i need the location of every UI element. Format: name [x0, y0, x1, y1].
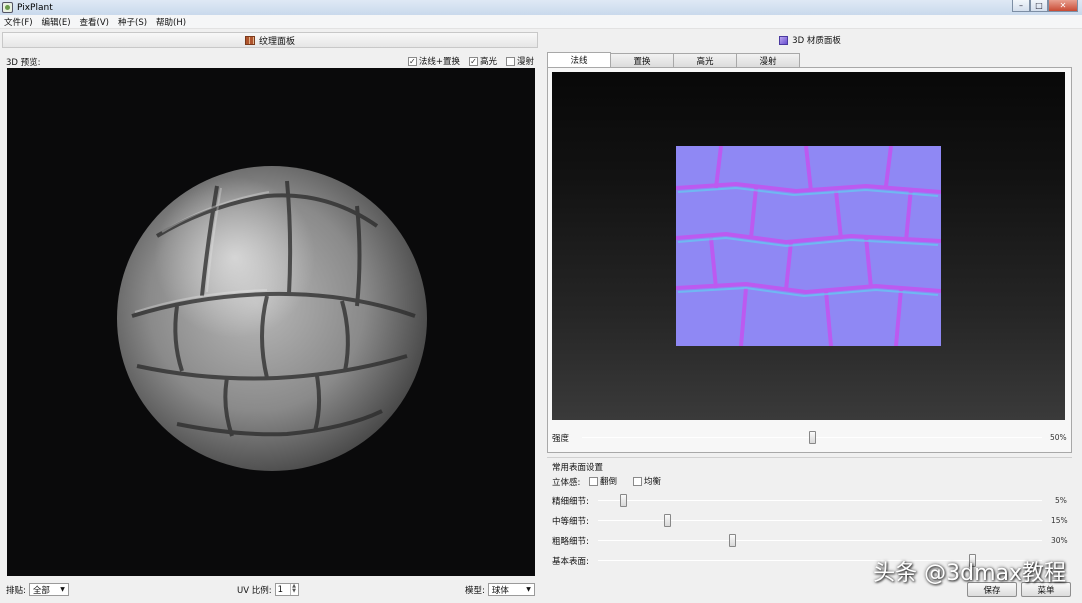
stereo-label: 立体感: — [552, 478, 581, 488]
checkbox-icon[interactable] — [633, 476, 642, 486]
fine-detail-value: 5% — [1055, 496, 1067, 505]
window-controls: – □ ✕ — [1012, 0, 1078, 12]
spinner-arrows-icon[interactable]: ▲ ▼ — [289, 584, 298, 595]
medium-detail-label: 中等细节: — [552, 517, 589, 527]
texture-panel-header: 纹理面板 — [2, 32, 538, 48]
check-specular[interactable]: ✓ 高光 — [468, 55, 497, 67]
normal-map-texture — [676, 146, 941, 346]
fine-detail-label: 精细细节: — [552, 497, 589, 507]
preview-3d-label: 3D 预览: — [6, 58, 41, 68]
strength-label: 强度 — [552, 434, 570, 444]
check-normal-displacement[interactable]: ✓ 法线+置换 — [407, 55, 460, 67]
model-select[interactable]: 球体 ▼ — [487, 583, 535, 596]
uv-scale-control: UV 比例: 1 ▲ ▼ — [237, 583, 299, 596]
menu-view[interactable]: 查看(V) — [80, 16, 109, 28]
menu-bar: 文件(F) 编辑(E) 查看(V) 种子(S) 帮助(H) — [0, 15, 1082, 29]
chevron-down-icon: ▼ — [60, 586, 65, 593]
menu-seed[interactable]: 种子(S) — [118, 16, 147, 28]
app-logo-icon — [2, 2, 13, 13]
medium-detail-thumb[interactable] — [663, 514, 671, 527]
medium-detail-value: 15% — [1051, 516, 1068, 525]
fine-detail-thumb[interactable] — [619, 494, 627, 507]
material-preview-viewport[interactable] — [552, 72, 1065, 420]
material-panel-title: 3D 材质面板 — [792, 36, 841, 46]
coarse-detail-track[interactable] — [598, 540, 1042, 541]
close-button[interactable]: ✕ — [1048, 0, 1078, 12]
check-label: 高光 — [479, 57, 497, 67]
check-balance[interactable]: 均衡 — [633, 475, 661, 487]
strength-slider-thumb[interactable] — [808, 431, 816, 444]
uv-scale-value: 1 — [277, 584, 284, 595]
menu-edit[interactable]: 编辑(E) — [42, 16, 71, 28]
minimize-button[interactable]: – — [1012, 0, 1030, 12]
tile-label: 排贴: — [6, 585, 26, 596]
tile-control: 排贴: 全部 ▼ — [6, 583, 69, 596]
checkbox-icon[interactable]: ✓ — [407, 56, 417, 66]
stone-pattern-overlay — [131, 180, 416, 437]
menu-help[interactable]: 帮助(H) — [156, 16, 186, 28]
tile-select[interactable]: 全部 ▼ — [28, 583, 69, 596]
texture-panel-title: 纹理面板 — [258, 36, 295, 47]
material-panel-header: 3D 材质面板 — [540, 32, 1080, 48]
preview-channel-checks: ✓ 法线+置换 ✓ 高光 漫射 — [399, 55, 534, 67]
menu-file[interactable]: 文件(F) — [4, 16, 33, 28]
maximize-button[interactable]: □ — [1030, 0, 1048, 12]
check-invert[interactable]: 翻倒 — [589, 475, 617, 487]
check-label: 均衡 — [644, 477, 662, 487]
normal-map-stones — [676, 146, 941, 346]
coarse-detail-label: 粗略细节: — [552, 537, 589, 547]
check-label: 漫射 — [516, 57, 534, 67]
checkbox-icon[interactable] — [505, 56, 515, 66]
cube-3d-icon — [779, 35, 789, 45]
fine-detail-track[interactable] — [598, 500, 1042, 501]
model-control: 模型: 球体 ▼ — [465, 583, 535, 596]
coarse-detail-thumb[interactable] — [729, 534, 737, 547]
material-tabs: 法线 置换 高光 漫射 — [547, 52, 800, 67]
watermark-text: 头条 @3dmax教程 — [873, 561, 1066, 586]
check-label: 翻倒 — [600, 477, 618, 487]
check-diffuse[interactable]: 漫射 — [505, 55, 534, 67]
tab-displacement[interactable]: 置换 — [610, 53, 674, 67]
model-label: 模型: — [465, 585, 485, 596]
check-label: 法线+置换 — [418, 57, 460, 67]
checkbox-icon[interactable] — [589, 476, 598, 486]
tab-normal[interactable]: 法线 — [547, 52, 611, 67]
3d-preview-viewport[interactable] — [7, 68, 535, 576]
brick-texture-icon — [244, 35, 255, 45]
uv-scale-spinner[interactable]: 1 ▲ ▼ — [274, 583, 299, 596]
tile-select-value: 全部 — [32, 585, 50, 596]
model-select-value: 球体 — [491, 585, 509, 596]
surface-settings-title: 常用表面设置 — [552, 463, 604, 473]
uv-scale-label: UV 比例: — [237, 585, 272, 596]
tab-diffuse[interactable]: 漫射 — [736, 53, 800, 67]
window-title: PixPlant — [17, 2, 53, 13]
base-surface-label: 基本表面: — [552, 557, 589, 567]
title-bar: PixPlant – □ ✕ — [0, 0, 1082, 15]
strength-value: 50% — [1050, 433, 1067, 442]
checkbox-icon[interactable]: ✓ — [468, 56, 478, 66]
tab-specular[interactable]: 高光 — [673, 53, 737, 67]
chevron-down-icon: ▼ — [526, 586, 531, 593]
coarse-detail-value: 30% — [1051, 536, 1068, 545]
stone-sphere-preview — [117, 166, 427, 471]
